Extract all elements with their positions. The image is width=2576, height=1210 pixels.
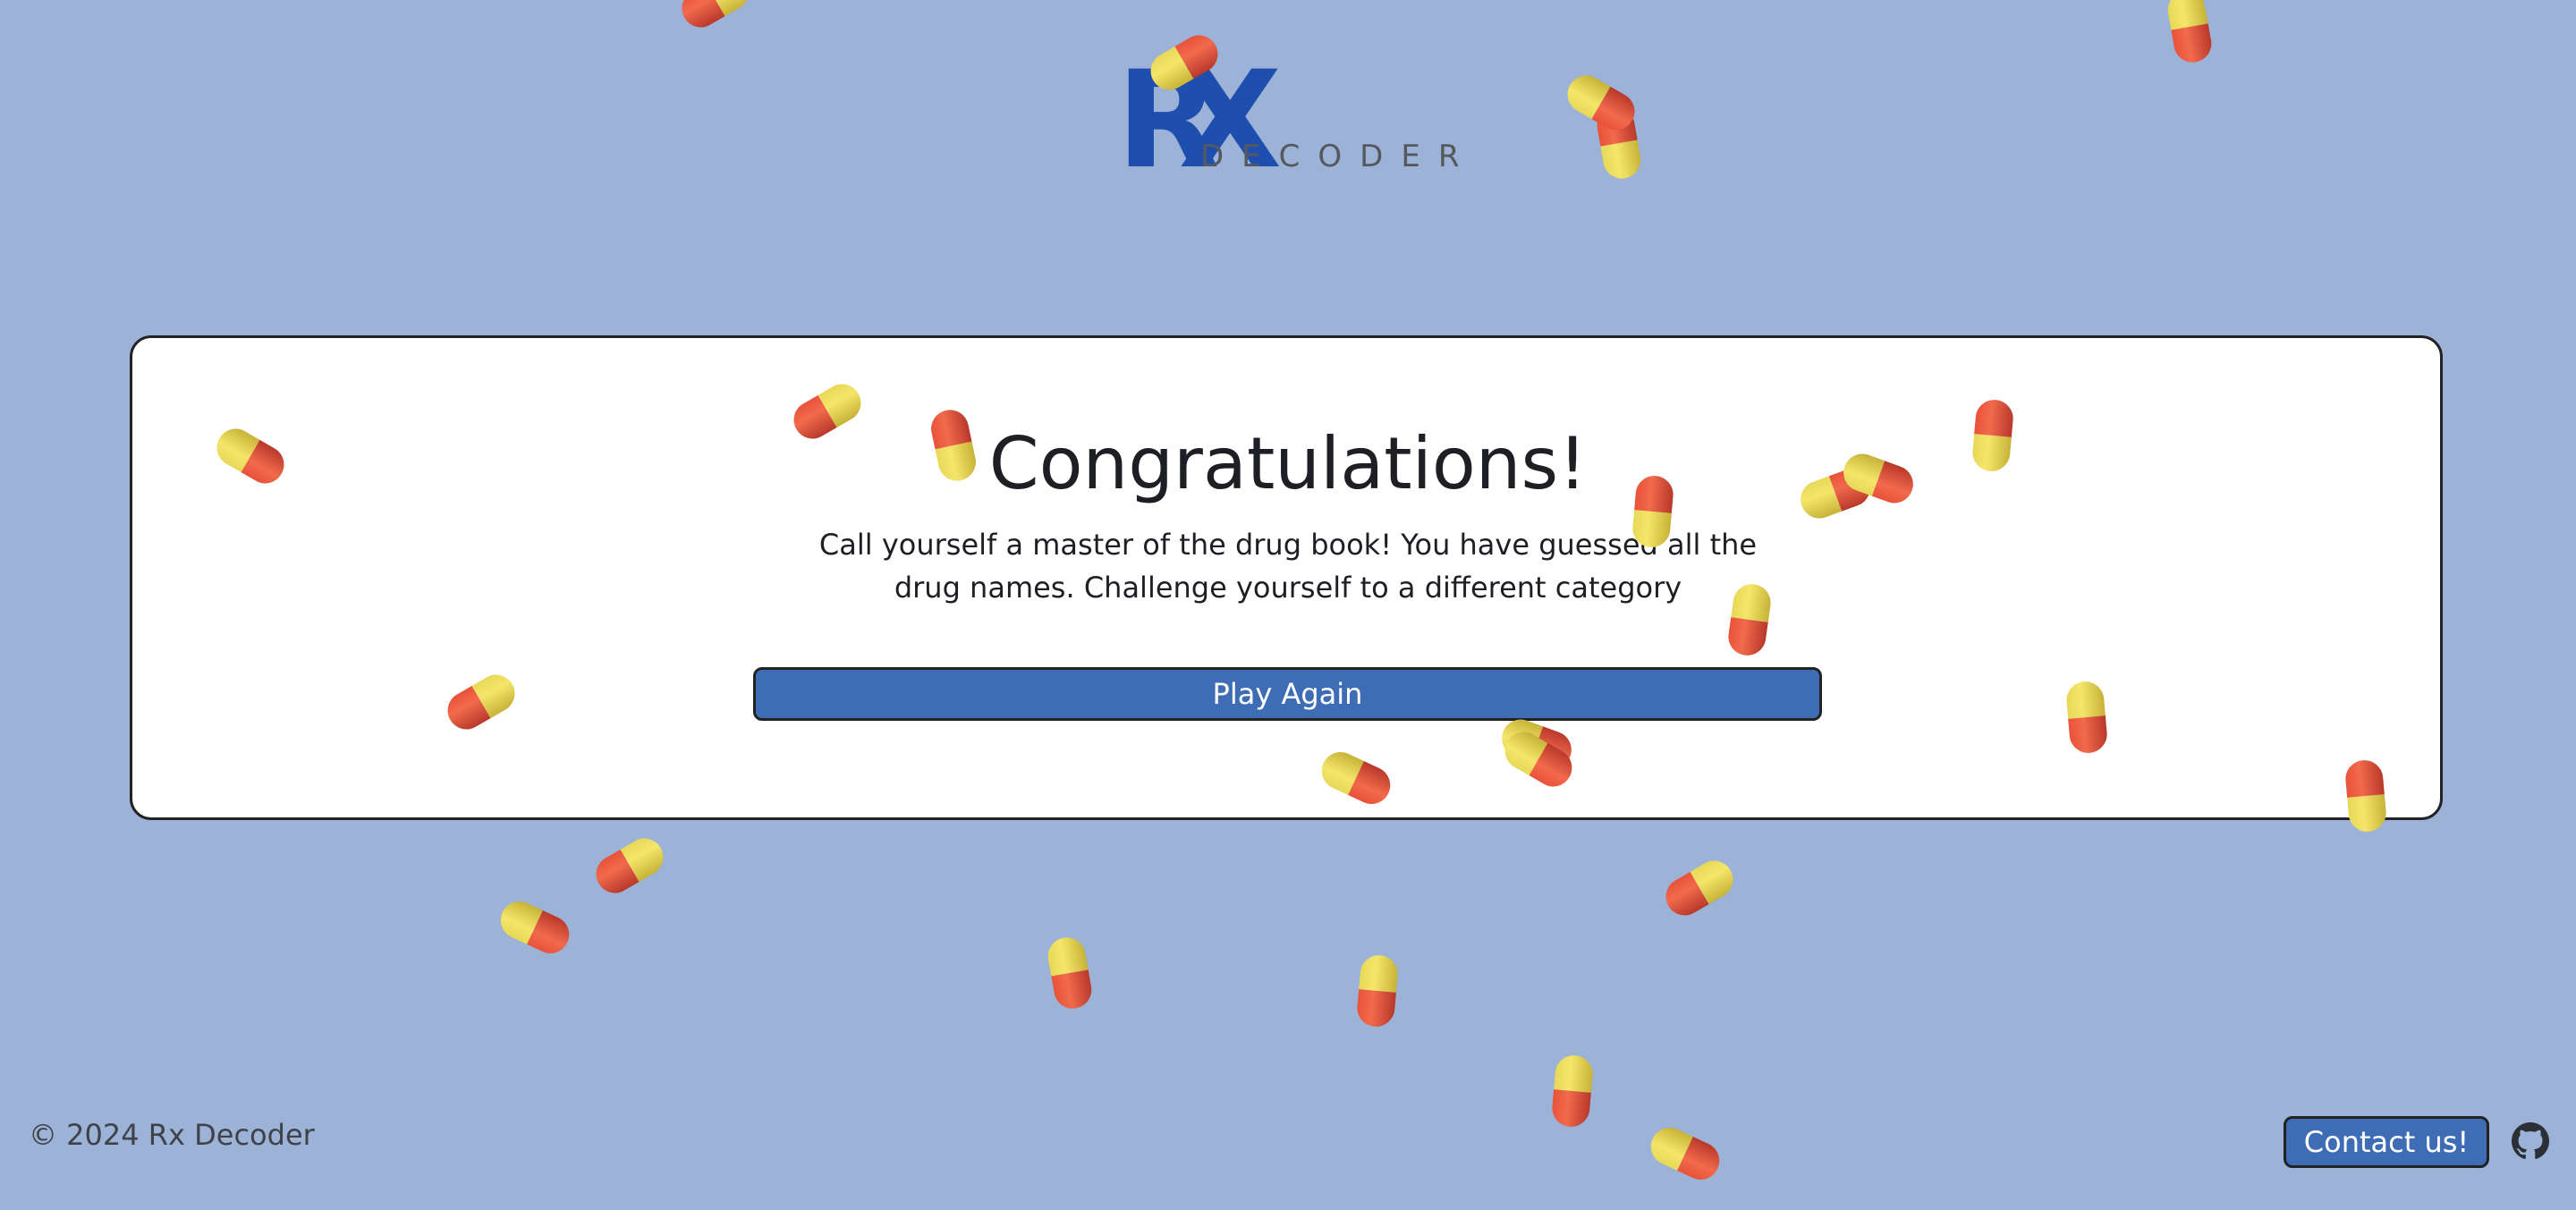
capsule-pill-icon [1644,1121,1726,1186]
capsule-pill-icon [589,831,671,901]
congratulations-title: Congratulations! [988,422,1588,505]
capsule-pill-icon [2165,0,2215,66]
capsule-pill-icon [494,895,576,960]
capsule-pill-icon [674,0,757,35]
contact-us-button[interactable]: Contact us! [2284,1116,2489,1168]
capsule-pill-icon [1045,934,1095,1012]
footer-copyright: © 2024 Rx Decoder [29,1118,315,1152]
capsule-pill-icon [1355,953,1400,1028]
site-logo[interactable]: RX DECODER [1116,54,1474,215]
logo-wordmark: DECODER [1200,139,1478,174]
capsule-pill-icon [1550,1053,1595,1129]
capsule-pill-icon [1560,68,1642,138]
github-icon[interactable] [2512,1122,2549,1160]
capsule-pill-icon [1594,104,1644,182]
play-again-button[interactable]: Play Again [753,667,1822,721]
result-message: Call yourself a master of the drug book!… [818,528,1758,605]
capsule-pill-icon [1658,853,1741,923]
